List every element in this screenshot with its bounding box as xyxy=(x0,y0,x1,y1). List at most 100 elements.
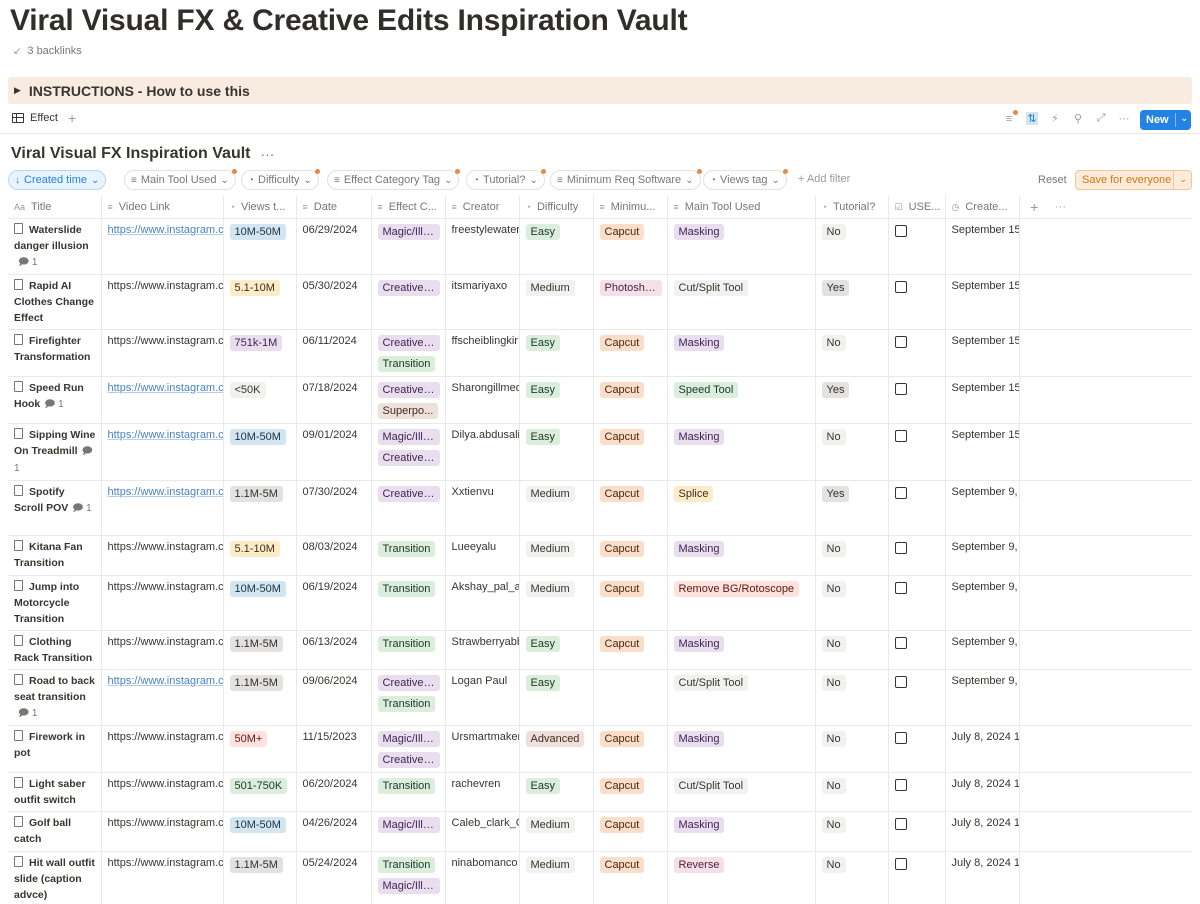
used-checkbox[interactable] xyxy=(894,486,907,499)
cell-effect-category[interactable]: Transition xyxy=(371,772,446,812)
cell-used[interactable] xyxy=(888,218,946,275)
column-header-difficulty[interactable]: ◔ Difficulty xyxy=(519,196,594,219)
cell-difficulty[interactable]: Medium xyxy=(519,274,594,330)
instructions-toggle[interactable]: ▶ INSTRUCTIONS - How to use this xyxy=(8,77,1192,104)
cell-title[interactable]: Spotify Scroll POV 🗩 1 xyxy=(8,480,102,536)
cell-tutorial[interactable]: No xyxy=(815,535,889,576)
cell-video-link[interactable]: https://www.instagram.c xyxy=(101,851,224,904)
cell-used[interactable] xyxy=(888,630,946,670)
cell-main-tool[interactable]: Masking xyxy=(667,630,816,670)
cell-views[interactable]: 501-750K xyxy=(223,772,297,812)
cell-tutorial[interactable]: Yes xyxy=(815,274,889,330)
add-view-icon[interactable]: + xyxy=(68,110,76,126)
cell-min-software[interactable]: Capcut xyxy=(593,480,668,536)
cell-effect-category[interactable]: Transition xyxy=(371,575,446,631)
cell-creator[interactable]: Dilya.abdusalir xyxy=(445,423,520,481)
used-checkbox[interactable] xyxy=(894,731,907,744)
cell-tutorial[interactable]: No xyxy=(815,630,889,670)
filter-chip-tutorial[interactable]: ◔ Tutorial? ⌄ xyxy=(466,169,546,190)
cell-used[interactable] xyxy=(888,725,946,773)
filter-chip-effect-category[interactable]: ≡ Effect Category Tag ⌄ xyxy=(327,169,461,190)
column-header-main-tool[interactable]: ≡ Main Tool Used xyxy=(667,196,816,219)
cell-difficulty[interactable]: Easy xyxy=(519,329,594,377)
cell-used[interactable] xyxy=(888,274,946,330)
cell-date[interactable]: 05/30/2024 xyxy=(296,274,372,330)
cell-title[interactable]: Golf ball catch xyxy=(8,811,102,852)
cell-tutorial[interactable]: No xyxy=(815,218,889,275)
cell-main-tool[interactable]: Reverse xyxy=(667,851,816,904)
cell-main-tool[interactable]: Cut/Split Tool xyxy=(667,274,816,330)
cell-title[interactable]: Speed Run Hook 🗩 1 xyxy=(8,376,102,424)
cell-main-tool[interactable]: Masking xyxy=(667,725,816,773)
table-row[interactable]: Speed Run Hook 🗩 1 https://www.instagram.c… xyxy=(8,376,1192,424)
cell-title[interactable]: Firefighter Transformation xyxy=(8,329,102,377)
reset-button[interactable]: Reset xyxy=(1038,174,1067,186)
comment-count[interactable]: 🗩 1 xyxy=(44,399,63,410)
cell-views[interactable]: <50K xyxy=(223,376,297,424)
automation-icon[interactable]: ⚡ xyxy=(1049,112,1061,125)
cell-main-tool[interactable]: Cut/Split Tool xyxy=(667,772,816,812)
cell-used[interactable] xyxy=(888,669,946,726)
cell-creator[interactable]: itsmariyaxo xyxy=(445,274,520,330)
cell-video-link[interactable]: https://www.instagram.c xyxy=(101,218,224,275)
cell-effect-category[interactable]: Creative ... Transition xyxy=(371,669,446,726)
cell-main-tool[interactable]: Masking xyxy=(667,423,816,481)
cell-date[interactable]: 06/20/2024 xyxy=(296,772,372,812)
cell-date[interactable]: 09/01/2024 xyxy=(296,423,372,481)
cell-difficulty[interactable]: Medium xyxy=(519,480,594,536)
cell-min-software[interactable]: Capcut xyxy=(593,535,668,576)
cell-date[interactable]: 04/26/2024 xyxy=(296,811,372,852)
cell-video-link[interactable]: https://www.instagram.c xyxy=(101,772,224,812)
cell-effect-category[interactable]: Transition xyxy=(371,630,446,670)
cell-title[interactable]: Sipping Wine On Treadmill 🗩 1 xyxy=(8,423,102,481)
database-more-icon[interactable]: ··· xyxy=(260,146,274,162)
comment-count[interactable]: 🗩 1 xyxy=(18,257,37,268)
cell-date[interactable]: 11/15/2023 xyxy=(296,725,372,773)
cell-used[interactable] xyxy=(888,772,946,812)
cell-min-software[interactable]: Capcut xyxy=(593,630,668,670)
cell-difficulty[interactable]: Easy xyxy=(519,669,594,726)
cell-difficulty[interactable]: Medium xyxy=(519,575,594,631)
toggle-triangle-icon[interactable]: ▶ xyxy=(14,85,21,96)
cell-used[interactable] xyxy=(888,329,946,377)
column-header-views[interactable]: ◔ Views t... xyxy=(223,196,297,219)
cell-effect-category[interactable]: Magic/Illu... Creative ... xyxy=(371,725,446,773)
cell-min-software[interactable]: Capcut xyxy=(593,423,668,481)
cell-video-link[interactable]: https://www.instagram.c xyxy=(101,630,224,670)
cell-views[interactable]: 1.1M-5M xyxy=(223,851,297,904)
cell-min-software[interactable]: Capcut xyxy=(593,725,668,773)
add-column-button[interactable]: + xyxy=(1019,196,1049,219)
cell-min-software[interactable]: Capcut xyxy=(593,772,668,812)
cell-tutorial[interactable]: Yes xyxy=(815,480,889,536)
sort-chip-created-time[interactable]: ↓ Created time ⌄ xyxy=(8,170,107,190)
cell-used[interactable] xyxy=(888,376,946,424)
cell-min-software[interactable]: Capcut xyxy=(593,376,668,424)
table-row[interactable]: Road to back seat transition🗩 1 https://w… xyxy=(8,669,1192,726)
table-row[interactable]: Hit wall outfit slide (caption advce) htt… xyxy=(8,851,1192,904)
filter-icon[interactable]: ≡ xyxy=(1003,109,1018,125)
cell-date[interactable]: 05/24/2024 xyxy=(296,851,372,904)
cell-creator[interactable]: Logan Paul xyxy=(445,669,520,726)
add-filter-button[interactable]: + Add filter xyxy=(798,173,850,185)
cell-creator[interactable]: ninabomanco xyxy=(445,851,520,904)
cell-tutorial[interactable]: Yes xyxy=(815,376,889,424)
cell-date[interactable]: 07/30/2024 xyxy=(296,480,372,536)
table-row[interactable]: Spotify Scroll POV 🗩 1 https://www.instagr… xyxy=(8,480,1192,536)
cell-video-link[interactable]: https://www.instagram.c xyxy=(101,480,224,536)
used-checkbox[interactable] xyxy=(894,224,907,237)
cell-difficulty[interactable]: Medium xyxy=(519,535,594,576)
used-checkbox[interactable] xyxy=(894,335,907,348)
cell-title[interactable]: Firework in pot xyxy=(8,725,102,773)
cell-main-tool[interactable]: Speed Tool xyxy=(667,376,816,424)
cell-video-link[interactable]: https://www.instagram.c xyxy=(101,376,224,424)
cell-title[interactable]: Light saber outfit switch xyxy=(8,772,102,812)
cell-tutorial[interactable]: No xyxy=(815,725,889,773)
chevron-down-icon[interactable]: ⌄ xyxy=(1179,174,1187,185)
cell-date[interactable]: 08/03/2024 xyxy=(296,535,372,576)
cell-date[interactable]: 06/13/2024 xyxy=(296,630,372,670)
column-header-video-link[interactable]: ≡ Video Link xyxy=(101,196,224,219)
cell-difficulty[interactable]: Easy xyxy=(519,630,594,670)
cell-title[interactable]: Road to back seat transition🗩 1 xyxy=(8,669,102,726)
cell-used[interactable] xyxy=(888,480,946,536)
cell-video-link[interactable]: https://www.instagram.c xyxy=(101,329,224,377)
